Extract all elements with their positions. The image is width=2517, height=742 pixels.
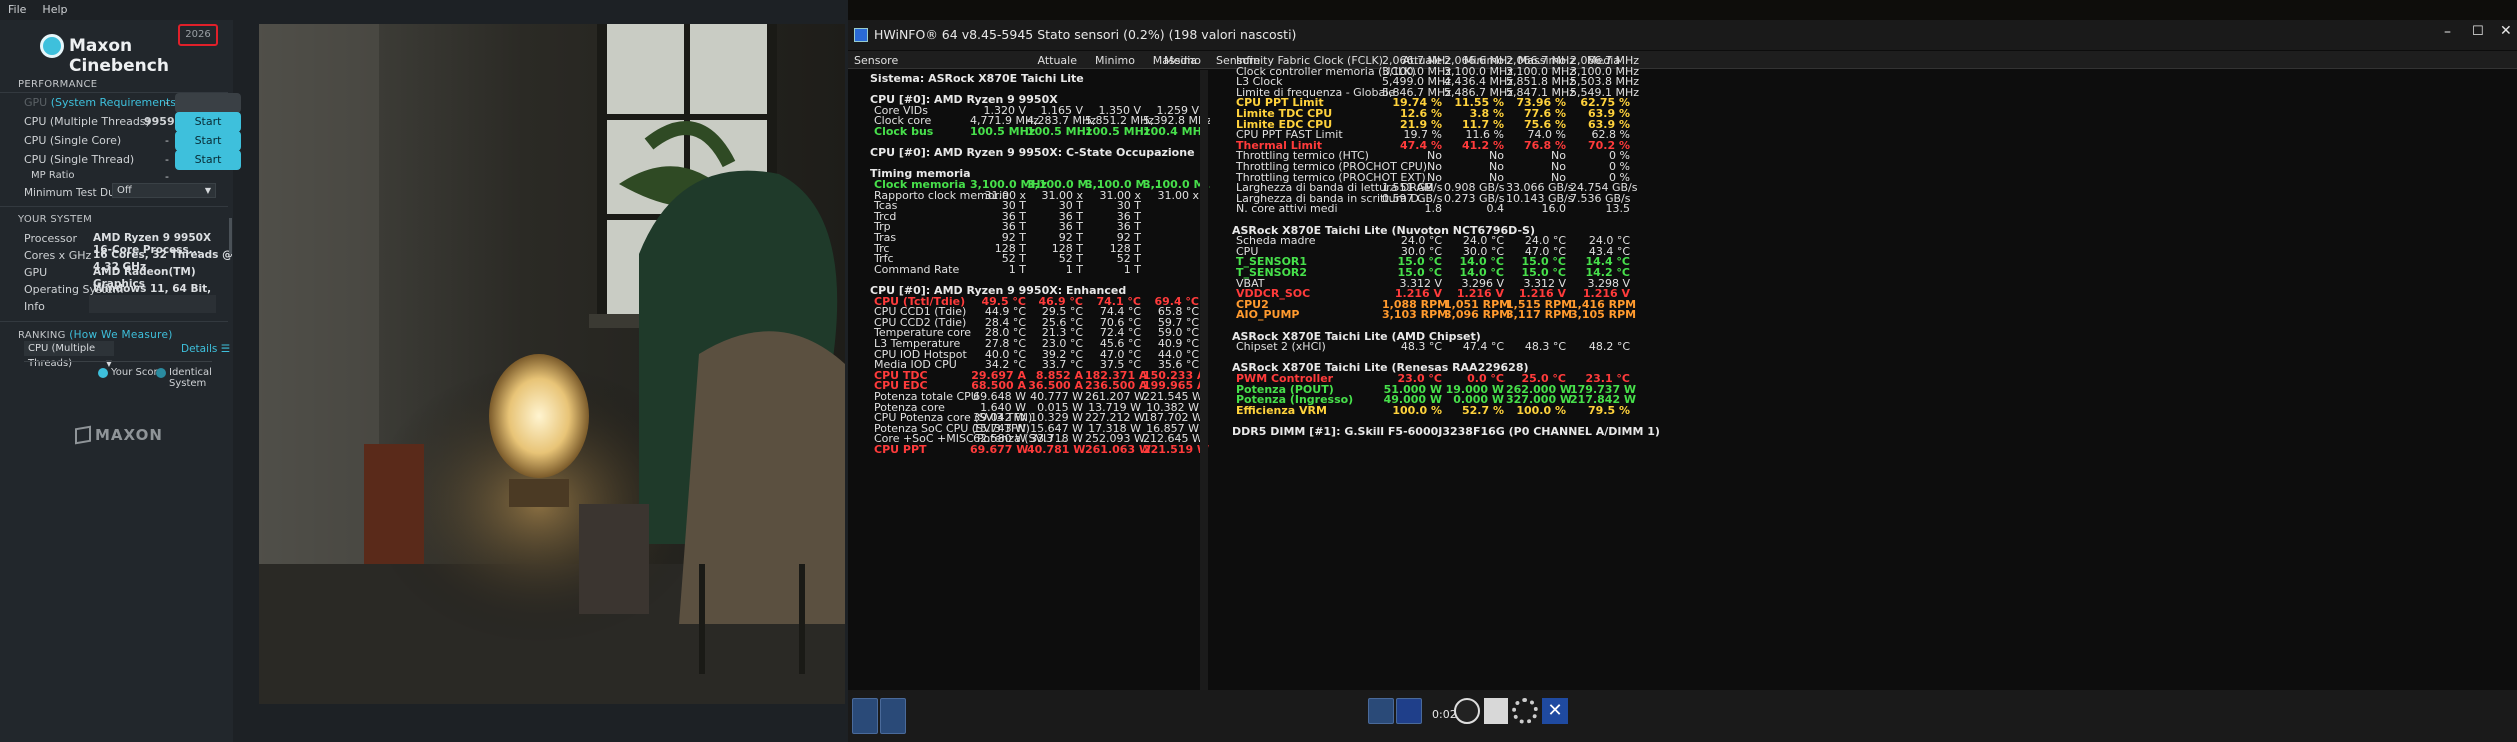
scrollbar[interactable] (229, 218, 232, 254)
sensor-name: DDR5 DIMM [#1]: G.Skill F5-6000J3238F16G… (1232, 425, 1660, 438)
render-preview-image (259, 24, 845, 704)
render-scene (259, 24, 845, 704)
hwinfo-titlebar: HWiNFO® 64 v8.45-5945 Stato sensori (0.2… (848, 20, 2517, 50)
col-sensor[interactable]: Sensore (854, 54, 898, 67)
cpu-single-thread-score: - (165, 153, 169, 166)
cinebench-window: File Help 2026 Maxon Cinebench PERFORMANC… (0, 0, 848, 742)
maxon-footer-logo: MAXON (95, 426, 163, 444)
chevron-down-icon: ▼ (204, 186, 211, 195)
divider (0, 206, 228, 207)
left-scrollbar[interactable] (1200, 70, 1208, 690)
clock-icon[interactable] (1454, 698, 1480, 724)
identical-system-legend: Identical System (169, 367, 212, 389)
hwinfo-toolbar: 0:02:00 ✕ (848, 690, 2517, 742)
filter-icon: ☰ (220, 343, 231, 355)
value-current: 69.677 W (970, 443, 1029, 456)
close-sensors-icon[interactable]: ✕ (1542, 698, 1568, 724)
details-button[interactable]: Details ☰ (181, 343, 230, 355)
left-table-header: Sensore Attuale Minimo Massimo Media (848, 51, 1210, 69)
col-avg[interactable]: Media (1148, 54, 1197, 67)
info-label: Info (24, 300, 45, 313)
cinebench-sidebar: 2026 Maxon Cinebench PERFORMANCE GPU (Sy… (0, 20, 241, 742)
sensor-name: CPU PPT (874, 443, 927, 456)
sensor-row[interactable]: CPU PPT 69.677 W 40.781 W 261.063 W 221.519 … (848, 441, 1210, 458)
ranking-list-divider (24, 361, 212, 362)
minimize-icon[interactable]: – (2444, 24, 2451, 40)
your-system-title: YOUR SYSTEM (18, 214, 93, 225)
value-max: 261.063 W (1085, 443, 1152, 456)
value-min: 40.781 W (1027, 443, 1086, 456)
hwinfo-window: HWiNFO® 64 v8.45-5945 Stato sensori (0.2… (848, 20, 2517, 742)
sensor-group-header[interactable]: DDR5 DIMM [#1]: G.Skill F5-6000J3238F16G… (1210, 423, 2517, 440)
cpu-multi-label: CPU (Multiple Threads) (24, 115, 150, 128)
cpu-multi-start-button[interactable]: Start (175, 112, 241, 132)
cinebench-menubar: File Help (0, 0, 848, 20)
close-icon[interactable]: ✕ (2500, 23, 2512, 39)
cpu-single-core-label: CPU (Single Core) (24, 134, 122, 147)
nav-left-arrow-icon[interactable] (852, 698, 878, 734)
gpu-start-button (175, 93, 241, 113)
window-title: HWiNFO® 64 v8.45-5945 Stato sensori (0.2… (874, 27, 1297, 42)
cpu-single-thread-start-button[interactable]: Start (175, 150, 241, 170)
right-sensor-table: Infinity Fabric Clock (FCLK) 2,066.7 MHz 2… (1210, 52, 2517, 690)
performance-title: PERFORMANCE (18, 79, 98, 90)
ranking-select[interactable]: CPU (Multiple Threads) ▼ (24, 341, 114, 369)
maxon-logo-icon (75, 425, 91, 445)
menu-file[interactable]: File (0, 0, 34, 19)
mp-ratio-label: MP Ratio (31, 170, 75, 181)
min-test-duration-select[interactable]: Off ▼ (112, 183, 216, 198)
how-we-measure-link[interactable]: (How We Measure) (69, 329, 172, 341)
logging-icon[interactable] (1396, 698, 1422, 724)
cores-label: Cores x GHz (24, 249, 92, 262)
ranking-title: RANKING (How We Measure) (18, 329, 173, 341)
settings-gear-icon[interactable] (1512, 698, 1538, 724)
left-sensor-table: Sistema: ASRock X870E Taichi Lite CPU [#0… (848, 70, 1210, 690)
your-score-dot-icon (98, 368, 108, 378)
gpu-label: GPU (24, 266, 48, 279)
info-field[interactable] (89, 295, 216, 313)
network-icon[interactable] (1368, 698, 1394, 724)
cpu-single-core-score: - (165, 134, 169, 147)
col-current[interactable]: Attuale (1023, 54, 1078, 67)
menu-help[interactable]: Help (34, 0, 75, 19)
report-icon[interactable] (1484, 698, 1508, 724)
identical-system-dot-icon (156, 368, 166, 378)
cpu-single-core-start-button[interactable]: Start (175, 131, 241, 151)
hwinfo-app-icon (854, 28, 868, 42)
gpu-score: - (165, 96, 169, 109)
gpu-test-label: GPU (System Requirements) (24, 96, 181, 109)
system-requirements-link[interactable]: (System Requirements) (51, 96, 181, 109)
maximize-icon[interactable]: ☐ (2472, 24, 2484, 39)
mp-ratio-value: - (165, 170, 169, 183)
cinebench-logo-icon (40, 34, 64, 58)
processor-label: Processor (24, 232, 77, 245)
divider (0, 321, 228, 322)
cpu-single-thread-label: CPU (Single Thread) (24, 153, 135, 166)
brand-title: Maxon Cinebench (69, 36, 169, 76)
nav-collapse-icon[interactable] (880, 698, 906, 734)
value-avg: 221.519 W (1143, 443, 1210, 456)
